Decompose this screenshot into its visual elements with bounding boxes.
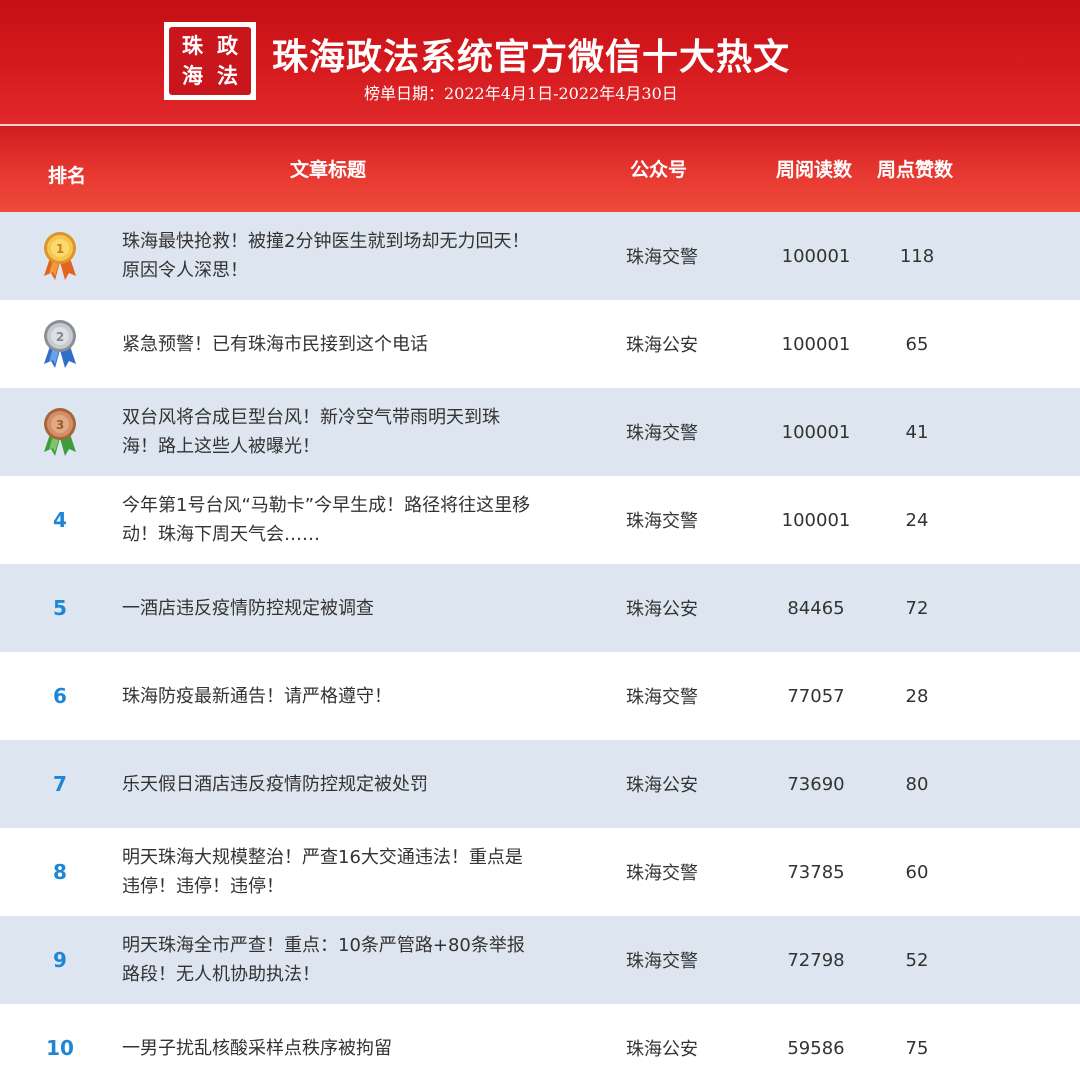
logo-seal: 珠海 政法 xyxy=(169,27,251,95)
rank-number: 5 xyxy=(53,596,67,620)
column-header-likes: 周点赞数 xyxy=(877,159,954,181)
svg-text:1: 1 xyxy=(56,242,64,256)
read-count: 73785 xyxy=(787,861,845,883)
table-row[interactable]: 6 珠海防疫最新通告！请严格遵守！ 珠海交警 77057 28 xyxy=(0,652,1080,740)
rank-number: 4 xyxy=(53,508,67,532)
account-name: 珠海交警 xyxy=(626,687,698,708)
account-name: 珠海公安 xyxy=(626,335,698,356)
logo-text-top: 珠海 xyxy=(182,33,203,88)
page-header: 珠海 政法 珠海政法系统官方微信十大热文 榜单日期：2022年4月1日-2022… xyxy=(0,0,1080,124)
column-header-account: 公众号 xyxy=(630,159,688,181)
rank-number: 7 xyxy=(53,772,67,796)
column-header-rank: 排名 xyxy=(48,165,87,187)
table-row[interactable]: 10 一男子扰乱核酸采样点秩序被拘留 珠海公安 59586 75 xyxy=(0,1004,1080,1092)
table-row[interactable]: 1 珠海最快抢救！被撞2分钟医生就到场却无力回天！原因令人深思！ 珠海交警 10… xyxy=(0,212,1080,300)
account-name: 珠海公安 xyxy=(626,775,698,796)
like-count: 75 xyxy=(905,1037,929,1059)
rank-number: 10 xyxy=(46,1036,74,1060)
table-row[interactable]: 9 明天珠海全市严查！重点：10条严管路+80条举报路段！无人机协助执法！ 珠海… xyxy=(0,916,1080,1004)
table-row[interactable]: 3 双台风将合成巨型台风！新冷空气带雨明天到珠海！路上这些人被曝光！ 珠海交警 … xyxy=(0,388,1080,476)
table-header: 排名 文章标题 公众号 周阅读数 周点赞数 xyxy=(0,126,1080,212)
table-row[interactable]: 4 今年第1号台风“马勒卡”今早生成！路径将往这里移动！珠海下周天气会…… 珠海… xyxy=(0,476,1080,564)
column-header-reads: 周阅读数 xyxy=(776,159,853,181)
list-date-range: 榜单日期：2022年4月1日-2022年4月30日 xyxy=(364,84,678,103)
silver-medal-icon: 2 xyxy=(44,320,76,368)
article-title[interactable]: 一酒店违反疫情防控规定被调查 xyxy=(122,564,532,652)
read-count: 100001 xyxy=(781,333,851,355)
read-count: 100001 xyxy=(781,421,851,443)
account-name: 珠海公安 xyxy=(626,599,698,620)
ranking-table: 1 珠海最快抢救！被撞2分钟医生就到场却无力回天！原因令人深思！ 珠海交警 10… xyxy=(0,212,1080,1092)
zhuhai-politics-law-logo: 珠海 政法 xyxy=(164,22,256,100)
bronze-medal-icon: 3 xyxy=(44,408,76,456)
read-count: 77057 xyxy=(787,685,845,707)
account-name: 珠海交警 xyxy=(626,951,698,972)
rank-number: 9 xyxy=(53,948,67,972)
read-count: 100001 xyxy=(781,509,851,531)
account-name: 珠海交警 xyxy=(626,511,698,532)
read-count: 72798 xyxy=(787,949,845,971)
like-count: 28 xyxy=(905,685,929,707)
table-row[interactable]: 5 一酒店违反疫情防控规定被调查 珠海公安 84465 72 xyxy=(0,564,1080,652)
article-title[interactable]: 珠海防疫最新通告！请严格遵守！ xyxy=(122,652,532,740)
read-count: 59586 xyxy=(787,1037,845,1059)
article-title[interactable]: 明天珠海大规模整治！严查16大交通违法！重点是违停！违停！违停！ xyxy=(122,828,532,916)
like-count: 80 xyxy=(905,773,929,795)
article-title[interactable]: 双台风将合成巨型台风！新冷空气带雨明天到珠海！路上这些人被曝光！ xyxy=(122,388,532,476)
like-count: 52 xyxy=(905,949,929,971)
like-count: 24 xyxy=(905,509,929,531)
article-title[interactable]: 一男子扰乱核酸采样点秩序被拘留 xyxy=(122,1004,532,1092)
account-name: 珠海公安 xyxy=(626,1039,698,1060)
logo-text-bottom: 政法 xyxy=(217,33,238,88)
article-title[interactable]: 今年第1号台风“马勒卡”今早生成！路径将往这里移动！珠海下周天气会…… xyxy=(122,476,532,564)
read-count: 73690 xyxy=(787,773,845,795)
read-count: 84465 xyxy=(787,597,845,619)
svg-text:3: 3 xyxy=(56,418,64,432)
article-title[interactable]: 明天珠海全市严查！重点：10条严管路+80条举报路段！无人机协助执法！ xyxy=(122,916,532,1004)
like-count: 41 xyxy=(905,421,929,443)
svg-text:2: 2 xyxy=(56,330,64,344)
like-count: 72 xyxy=(905,597,929,619)
table-row[interactable]: 7 乐天假日酒店违反疫情防控规定被处罚 珠海公安 73690 80 xyxy=(0,740,1080,828)
rank-number: 6 xyxy=(53,684,67,708)
account-name: 珠海交警 xyxy=(626,247,698,268)
table-row[interactable]: 8 明天珠海大规模整治！严查16大交通违法！重点是违停！违停！违停！ 珠海交警 … xyxy=(0,828,1080,916)
page-title: 珠海政法系统官方微信十大热文 xyxy=(272,37,791,78)
article-title[interactable]: 乐天假日酒店违反疫情防控规定被处罚 xyxy=(122,740,532,828)
account-name: 珠海交警 xyxy=(626,863,698,884)
column-header-title: 文章标题 xyxy=(290,159,367,181)
read-count: 100001 xyxy=(781,245,851,267)
account-name: 珠海交警 xyxy=(626,423,698,444)
table-row[interactable]: 2 紧急预警！已有珠海市民接到这个电话 珠海公安 100001 65 xyxy=(0,300,1080,388)
like-count: 118 xyxy=(899,245,935,267)
article-title[interactable]: 紧急预警！已有珠海市民接到这个电话 xyxy=(122,300,532,388)
like-count: 60 xyxy=(905,861,929,883)
gold-medal-icon: 1 xyxy=(44,232,76,280)
rank-number: 8 xyxy=(53,860,67,884)
article-title[interactable]: 珠海最快抢救！被撞2分钟医生就到场却无力回天！原因令人深思！ xyxy=(122,212,532,300)
like-count: 65 xyxy=(905,333,929,355)
